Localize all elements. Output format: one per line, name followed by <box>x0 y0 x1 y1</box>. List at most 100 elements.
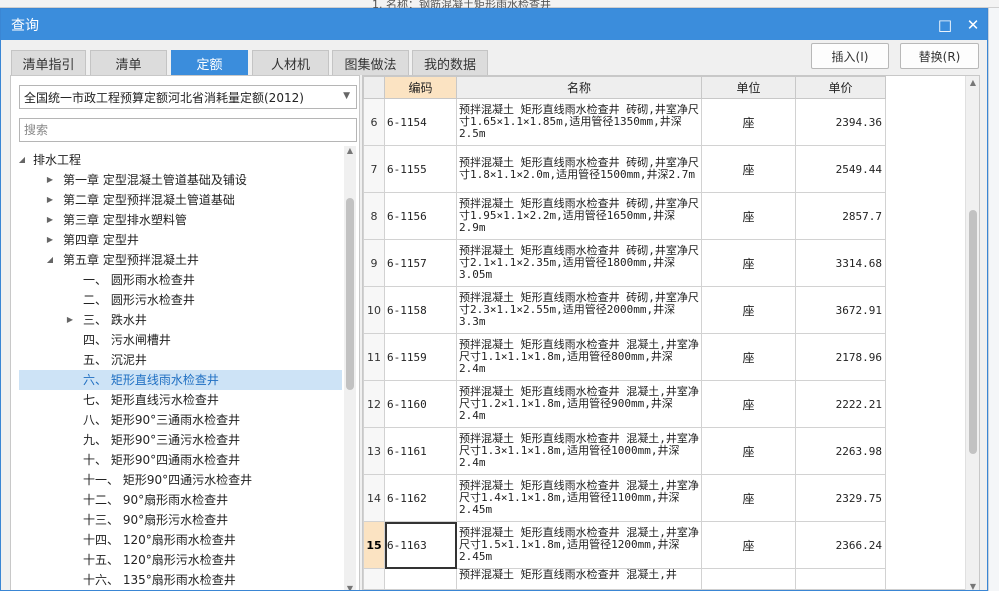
unit-price-cell[interactable]: 2549.44 <box>795 145 886 193</box>
scroll-down-icon[interactable]: ▼ <box>344 584 356 590</box>
quota-code-cell[interactable]: 6-1162 <box>384 474 457 522</box>
tree-node[interactable]: 五、 沉泥井 <box>19 350 342 370</box>
quota-name-cell[interactable]: 预拌混凝土 矩形直线雨水检查井 混凝土,井室净尺寸1.3×1.1×1.8m,适用… <box>456 427 702 475</box>
table-row[interactable]: 8 6-1156 预拌混凝土 矩形直线雨水检查井 砖砌,井室净尺寸1.95×1.1×… <box>363 192 886 240</box>
tab-quota[interactable]: 定额 <box>171 50 248 75</box>
unit-cell[interactable]: 座 <box>701 192 796 240</box>
collapse-arrow-icon[interactable]: ◢ <box>17 150 27 170</box>
quota-code-cell[interactable] <box>384 568 457 590</box>
tree-node[interactable]: 十四、 120°扇形雨水检查井 <box>19 530 342 550</box>
scroll-down-icon[interactable]: ▼ <box>967 582 979 590</box>
quota-name-cell[interactable]: 预拌混凝土 矩形直线雨水检查井 砖砌,井室净尺寸1.65×1.1×1.85m,适… <box>456 98 702 146</box>
unit-cell[interactable]: 座 <box>701 333 796 381</box>
quota-code-cell[interactable]: 6-1154 <box>384 98 457 146</box>
unit-price-cell[interactable] <box>795 568 886 590</box>
unit-cell[interactable]: 座 <box>701 286 796 334</box>
table-row[interactable]: 9 6-1157 预拌混凝土 矩形直线雨水检查井 砖砌,井室净尺寸2.1×1.1×2… <box>363 239 886 287</box>
replace-button[interactable]: 替换(R) <box>900 43 979 69</box>
maximize-icon[interactable]: □ <box>931 9 959 40</box>
quota-name-cell[interactable]: 预拌混凝土 矩形直线雨水检查井 混凝土,井室净尺寸1.1×1.1×1.8m,适用… <box>456 333 702 381</box>
expand-arrow-icon[interactable]: ▶ <box>45 170 55 190</box>
tree-scroll-thumb[interactable] <box>346 198 354 390</box>
tree-node[interactable]: ▶ 第一章 定型混凝土管道基础及铺设 <box>19 170 342 190</box>
tree-node[interactable]: 十、 矩形90°四通雨水检查井 <box>19 450 342 470</box>
table-row[interactable]: 预拌混凝土 矩形直线雨水检查井 混凝土,井 <box>363 568 886 590</box>
scroll-up-icon[interactable]: ▲ <box>344 146 356 155</box>
tree-scrollbar[interactable]: ▲ ▼ <box>344 146 356 590</box>
tree-node[interactable]: ▶ 三、 跌水井 <box>19 310 342 330</box>
quota-name-cell[interactable]: 预拌混凝土 矩形直线雨水检查井 砖砌,井室净尺寸1.95×1.1×2.2m,适用… <box>456 192 702 240</box>
quota-name-cell[interactable]: 预拌混凝土 矩形直线雨水检查井 砖砌,井室净尺寸2.3×1.1×2.55m,适用… <box>456 286 702 334</box>
quota-library-select[interactable]: 全国统一市政工程预算定额河北省消耗量定额(2012) ▼ <box>19 85 357 109</box>
header-code[interactable]: 编码 <box>384 76 457 99</box>
table-row[interactable]: 7 6-1155 预拌混凝土 矩形直线雨水检查井 砖砌,井室净尺寸1.8×1.1×2… <box>363 145 886 193</box>
expand-arrow-icon[interactable]: ▶ <box>45 210 55 230</box>
tree-node[interactable]: 七、 矩形直线污水检查井 <box>19 390 342 410</box>
tree-node[interactable]: ▶ 第三章 定型排水塑料管 <box>19 210 342 230</box>
unit-cell[interactable]: 座 <box>701 145 796 193</box>
quota-name-cell[interactable]: 预拌混凝土 矩形直线雨水检查井 混凝土,井室净尺寸1.5×1.1×1.8m,适用… <box>456 521 702 569</box>
table-row[interactable]: 6 6-1154 预拌混凝土 矩形直线雨水检查井 砖砌,井室净尺寸1.65×1.1×… <box>363 98 886 146</box>
tree-node[interactable]: 十六、 135°扇形雨水检查井 <box>19 570 342 590</box>
unit-price-cell[interactable]: 2394.36 <box>795 98 886 146</box>
tab-labor-material-machine[interactable]: 人材机 <box>252 50 329 75</box>
unit-price-cell[interactable]: 2263.98 <box>795 427 886 475</box>
close-icon[interactable]: ✕ <box>959 9 987 40</box>
tree-node[interactable]: 四、 污水闸槽井 <box>19 330 342 350</box>
quota-name-cell[interactable]: 预拌混凝土 矩形直线雨水检查井 混凝土,井室净尺寸1.2×1.1×1.8m,适用… <box>456 380 702 428</box>
table-row[interactable]: 13 6-1161 预拌混凝土 矩形直线雨水检查井 混凝土,井室净尺寸1.3×1.1… <box>363 427 886 475</box>
table-row[interactable]: 10 6-1158 预拌混凝土 矩形直线雨水检查井 砖砌,井室净尺寸2.3×1.1×… <box>363 286 886 334</box>
tree-node[interactable]: ◢ 排水工程 <box>19 150 342 170</box>
quota-code-cell[interactable]: 6-1159 <box>384 333 457 381</box>
quota-code-cell[interactable]: 6-1163 <box>384 521 457 569</box>
unit-cell[interactable]: 座 <box>701 474 796 522</box>
tree-node[interactable]: 一、 圆形雨水检查井 <box>19 270 342 290</box>
quota-code-cell[interactable]: 6-1157 <box>384 239 457 287</box>
header-price[interactable]: 单价 <box>795 76 886 99</box>
tree-node[interactable]: 十一、 矩形90°四通污水检查井 <box>19 470 342 490</box>
insert-button[interactable]: 插入(I) <box>811 43 889 69</box>
tree-node[interactable]: 二、 圆形污水检查井 <box>19 290 342 310</box>
header-name[interactable]: 名称 <box>456 76 702 99</box>
quota-code-cell[interactable]: 6-1156 <box>384 192 457 240</box>
unit-cell[interactable]: 座 <box>701 98 796 146</box>
tree-node[interactable]: 十三、 90°扇形污水检查井 <box>19 510 342 530</box>
unit-price-cell[interactable]: 2366.24 <box>795 521 886 569</box>
unit-cell[interactable]: 座 <box>701 239 796 287</box>
scroll-up-icon[interactable]: ▲ <box>967 78 979 87</box>
chevron-down-icon[interactable]: ▼ <box>343 91 350 101</box>
expand-arrow-icon[interactable]: ▶ <box>65 310 75 330</box>
collapse-arrow-icon[interactable]: ◢ <box>45 250 55 270</box>
table-row[interactable]: 14 6-1162 预拌混凝土 矩形直线雨水检查井 混凝土,井室净尺寸1.4×1.1… <box>363 474 886 522</box>
tree-node[interactable]: 八、 矩形90°三通雨水检查井 <box>19 410 342 430</box>
tab-my-data[interactable]: 我的数据 <box>412 50 488 75</box>
tree-node[interactable]: ▶ 第四章 定型井 <box>19 230 342 250</box>
tab-atlas-method[interactable]: 图集做法 <box>332 50 409 75</box>
unit-price-cell[interactable]: 2857.7 <box>795 192 886 240</box>
tree-node[interactable]: ◢ 第五章 定型预拌混凝土井 <box>19 250 342 270</box>
table-scroll-thumb[interactable] <box>969 210 977 454</box>
search-input[interactable] <box>19 118 357 142</box>
tree-node[interactable]: 九、 矩形90°三通污水检查井 <box>19 430 342 450</box>
tree-node[interactable]: 十二、 90°扇形雨水检查井 <box>19 490 342 510</box>
quota-code-cell[interactable]: 6-1155 <box>384 145 457 193</box>
table-row[interactable]: 12 6-1160 预拌混凝土 矩形直线雨水检查井 混凝土,井室净尺寸1.2×1.1… <box>363 380 886 428</box>
table-row[interactable]: 11 6-1159 预拌混凝土 矩形直线雨水检查井 混凝土,井室净尺寸1.1×1.1… <box>363 333 886 381</box>
table-scrollbar[interactable]: ▲ ▼ <box>965 76 979 590</box>
quota-code-cell[interactable]: 6-1158 <box>384 286 457 334</box>
tree-node[interactable]: 十五、 120°扇形污水检查井 <box>19 550 342 570</box>
unit-price-cell[interactable]: 2222.21 <box>795 380 886 428</box>
expand-arrow-icon[interactable]: ▶ <box>45 190 55 210</box>
unit-price-cell[interactable]: 2178.96 <box>795 333 886 381</box>
quota-name-cell[interactable]: 预拌混凝土 矩形直线雨水检查井 混凝土,井 <box>456 568 702 590</box>
quota-code-cell[interactable]: 6-1161 <box>384 427 457 475</box>
header-unit[interactable]: 单位 <box>701 76 796 99</box>
quota-code-cell[interactable]: 6-1160 <box>384 380 457 428</box>
unit-price-cell[interactable]: 2329.75 <box>795 474 886 522</box>
quota-name-cell[interactable]: 预拌混凝土 矩形直线雨水检查井 砖砌,井室净尺寸1.8×1.1×2.0m,适用管… <box>456 145 702 193</box>
unit-price-cell[interactable]: 3672.91 <box>795 286 886 334</box>
tree-node[interactable]: 六、 矩形直线雨水检查井 <box>19 370 342 390</box>
table-row[interactable]: 15 6-1163 预拌混凝土 矩形直线雨水检查井 混凝土,井室净尺寸1.5×1.1… <box>363 521 886 569</box>
tree-node[interactable]: ▶ 第二章 定型预拌混凝土管道基础 <box>19 190 342 210</box>
quota-name-cell[interactable]: 预拌混凝土 矩形直线雨水检查井 混凝土,井室净尺寸1.4×1.1×1.8m,适用… <box>456 474 702 522</box>
